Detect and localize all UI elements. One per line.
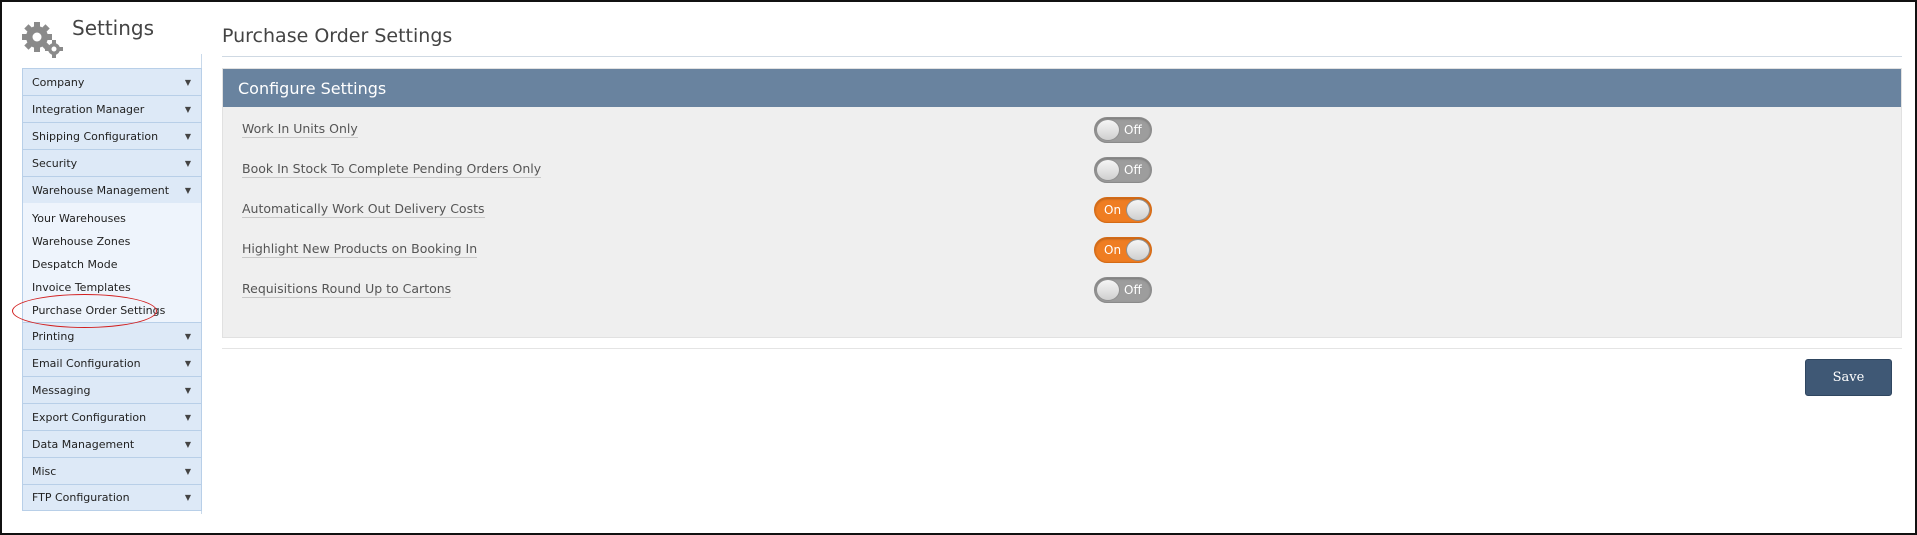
caret-down-icon: ▼ (184, 493, 191, 502)
caret-down-icon: ▼ (184, 412, 191, 422)
toggle-switch[interactable]: Off (1094, 117, 1152, 143)
sidebar-item-label: FTP Configuration (32, 491, 130, 504)
caret-down-icon: ▼ (184, 466, 191, 476)
caret-down-icon: ▼ (184, 104, 191, 114)
app-title: Settings (72, 16, 155, 40)
caret-down-icon: ▼ (184, 77, 191, 87)
toggle-switch[interactable]: Off (1094, 157, 1152, 183)
sidebar-item-label: Integration Manager (32, 102, 145, 116)
submenu-item-despatch-mode[interactable]: Despatch Mode (23, 253, 201, 276)
panel-header: Configure Settings (223, 69, 1901, 107)
save-button[interactable]: Save (1805, 359, 1892, 396)
sidebar-item-ftp-configuration[interactable]: FTP Configuration ▼ (22, 484, 202, 511)
sidebar-item-data-management[interactable]: Data Management ▼ (22, 430, 202, 457)
title-divider (222, 56, 1902, 57)
sidebar-item-label: Export Configuration (32, 410, 147, 424)
setting-label: Book In Stock To Complete Pending Orders… (242, 161, 542, 178)
sidebar-item-label: Warehouse Management (32, 183, 170, 197)
caret-down-icon: ▼ (184, 185, 191, 195)
toggle-knob (1096, 119, 1120, 141)
sidebar-item-label: Messaging (32, 383, 91, 397)
setting-row-work-in-units-only: Work In Units Only Off (242, 115, 1882, 145)
toggle-switch[interactable]: On (1094, 197, 1152, 223)
sidebar-item-label: Company (32, 75, 85, 89)
sidebar-item-email-configuration[interactable]: Email Configuration ▼ (22, 349, 202, 376)
caret-down-icon: ▼ (184, 385, 191, 395)
caret-down-icon: ▼ (184, 131, 191, 141)
sidebar-item-label: Shipping Configuration (32, 129, 159, 143)
panel-divider (222, 348, 1902, 349)
settings-sidebar: Company ▼ Integration Manager ▼ Shipping… (22, 68, 202, 511)
toggle-state: On (1104, 203, 1122, 217)
sidebar-item-warehouse-management[interactable]: Warehouse Management ▼ (22, 176, 202, 203)
warehouse-submenu: Your Warehouses Warehouse Zones Despatch… (22, 203, 202, 322)
sidebar-item-printing[interactable]: Printing ▼ (22, 322, 202, 349)
setting-label: Requisitions Round Up to Cartons (242, 281, 452, 298)
caret-down-icon: ▼ (184, 331, 191, 341)
setting-row-book-in-stock: Book In Stock To Complete Pending Orders… (242, 155, 1882, 185)
toggle-state: Off (1124, 163, 1142, 177)
sidebar-item-label: Misc (32, 464, 57, 478)
toggle-knob (1096, 279, 1120, 301)
toggle-state: Off (1124, 123, 1142, 137)
setting-row-delivery-costs: Automatically Work Out Delivery Costs On (242, 195, 1882, 225)
configure-settings-panel: Configure Settings Work In Units Only Of… (222, 68, 1902, 338)
sidebar-item-security[interactable]: Security ▼ (22, 149, 202, 176)
setting-label: Highlight New Products on Booking In (242, 241, 478, 258)
toggle-state: Off (1124, 283, 1142, 297)
toggle-switch[interactable]: Off (1094, 277, 1152, 303)
setting-label: Work In Units Only (242, 121, 358, 138)
caret-down-icon: ▼ (184, 158, 191, 168)
page-title: Purchase Order Settings (222, 25, 453, 47)
setting-row-requisitions-round-up: Requisitions Round Up to Cartons Off (242, 275, 1882, 305)
submenu-item-your-warehouses[interactable]: Your Warehouses (23, 207, 201, 230)
toggle-state: On (1104, 243, 1122, 257)
toggle-switch[interactable]: On (1094, 237, 1152, 263)
sidebar-item-export-configuration[interactable]: Export Configuration ▼ (22, 403, 202, 430)
caret-down-icon: ▼ (184, 358, 191, 368)
sidebar-item-label: Data Management (32, 437, 135, 451)
sidebar-item-integration-manager[interactable]: Integration Manager ▼ (22, 95, 202, 122)
sidebar-item-label: Security (32, 156, 78, 170)
gears-icon (22, 22, 63, 58)
toggle-knob (1126, 239, 1150, 261)
sidebar-item-label: Email Configuration (32, 356, 141, 370)
toggle-knob (1126, 199, 1150, 221)
sidebar-item-messaging[interactable]: Messaging ▼ (22, 376, 202, 403)
submenu-item-warehouse-zones[interactable]: Warehouse Zones (23, 230, 201, 253)
setting-row-highlight-new-products: Highlight New Products on Booking In On (242, 235, 1882, 265)
sidebar-item-shipping-configuration[interactable]: Shipping Configuration ▼ (22, 122, 202, 149)
caret-down-icon: ▼ (184, 439, 191, 449)
sidebar-item-label: Printing (32, 329, 75, 343)
submenu-item-invoice-templates[interactable]: Invoice Templates (23, 276, 201, 299)
submenu-item-purchase-order-settings[interactable]: Purchase Order Settings (23, 299, 201, 322)
sidebar-item-company[interactable]: Company ▼ (22, 68, 202, 95)
sidebar-item-misc[interactable]: Misc ▼ (22, 457, 202, 484)
setting-label: Automatically Work Out Delivery Costs (242, 201, 485, 218)
toggle-knob (1096, 159, 1120, 181)
